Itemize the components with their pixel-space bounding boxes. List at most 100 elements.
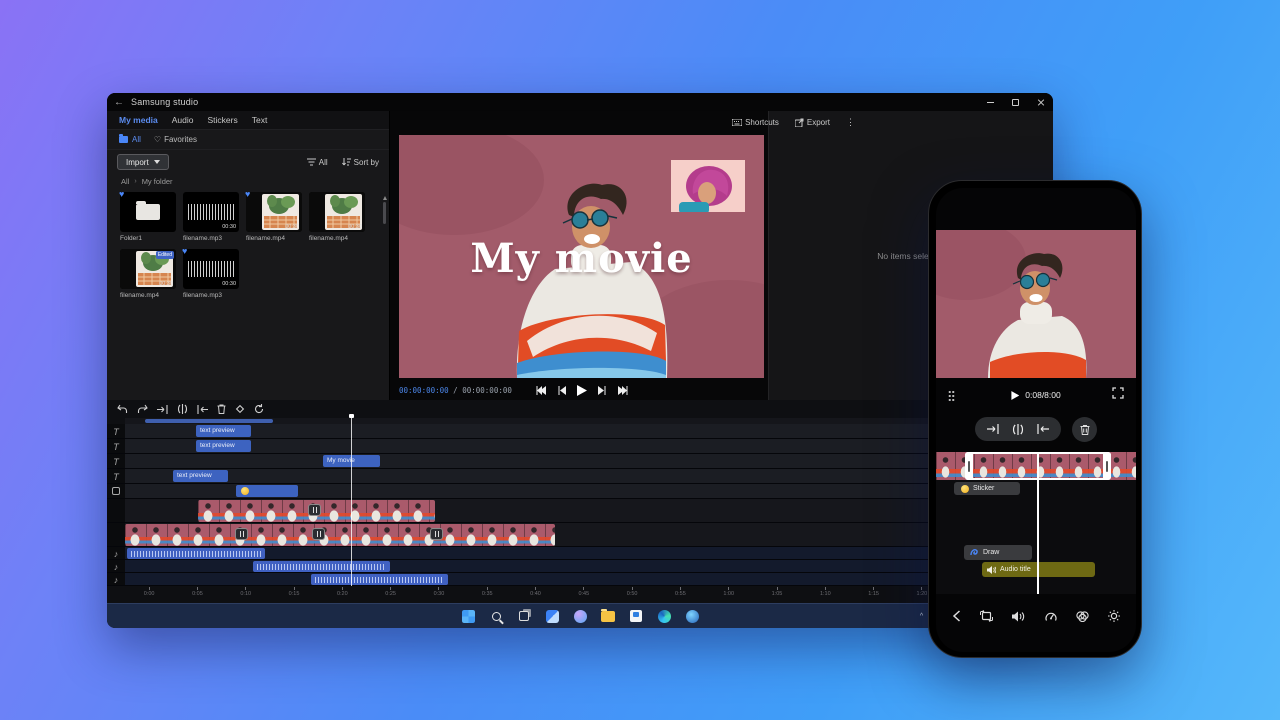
sticker-clip[interactable]: Sticker	[954, 482, 1020, 495]
track-type-icon	[107, 523, 125, 546]
filter-all[interactable]: All	[119, 135, 141, 144]
skip-end-icon[interactable]	[617, 386, 628, 395]
phone-filmstrip[interactable]	[936, 452, 1136, 480]
media-tab[interactable]: My media	[119, 115, 158, 125]
track-lane[interactable]	[125, 484, 1053, 498]
phone-playhead[interactable]	[1037, 452, 1039, 594]
prev-frame-icon[interactable]	[558, 386, 566, 395]
media-item[interactable]: Edited 00:30 filename.mp4	[120, 249, 183, 299]
video-preview[interactable]: My movie	[399, 135, 764, 378]
delete-icon[interactable]	[217, 404, 226, 414]
keyframe-icon[interactable]	[235, 404, 245, 414]
timeline-hscroll-thumb[interactable]	[145, 419, 273, 423]
reset-icon[interactable]	[254, 404, 264, 414]
media-scrollbar[interactable]	[382, 196, 387, 346]
clip-handle-left[interactable]	[965, 452, 973, 480]
crop-rotate-icon[interactable]	[980, 610, 993, 622]
timeline-clip[interactable]: text preview	[173, 470, 228, 482]
track-lane[interactable]	[125, 499, 1053, 522]
transition-chip[interactable]	[235, 528, 248, 540]
filter-list-button[interactable]: All	[307, 158, 328, 167]
delete-button[interactable]	[1072, 417, 1097, 442]
taskbar-icon[interactable]	[515, 607, 533, 625]
filters-icon[interactable]	[1076, 611, 1089, 622]
play-icon[interactable]	[1011, 391, 1019, 400]
sort-button[interactable]: Sort by	[342, 158, 379, 167]
transition-chip[interactable]	[308, 504, 321, 516]
minimize-button[interactable]	[978, 93, 1003, 111]
back-icon[interactable]	[952, 610, 961, 622]
skip-start-icon[interactable]	[536, 386, 547, 395]
timeline-clip[interactable]: text preview	[196, 425, 251, 437]
track-lane[interactable]: text preview	[125, 469, 1053, 483]
track-lane[interactable]	[125, 547, 1053, 559]
shortcuts-button[interactable]: Shortcuts	[732, 118, 779, 127]
taskbar-icon[interactable]	[627, 607, 645, 625]
timeline-playhead[interactable]	[351, 414, 352, 586]
phone-bottom-toolbar	[936, 594, 1136, 638]
media-item[interactable]: 00:30 filename.mp4	[309, 192, 372, 242]
taskbar-icon[interactable]	[459, 607, 477, 625]
taskbar-icon[interactable]	[683, 607, 701, 625]
track-lane[interactable]: text preview	[125, 439, 1053, 453]
back-icon[interactable]: ←	[107, 97, 131, 108]
close-button[interactable]	[1028, 93, 1053, 111]
timeline-track-row: text preview	[107, 439, 1053, 454]
split-icon[interactable]	[1012, 424, 1024, 435]
media-item[interactable]: ♥	[246, 192, 309, 242]
media-tab[interactable]: Text	[252, 115, 268, 125]
picture-in-picture[interactable]	[671, 160, 745, 212]
import-button[interactable]: Import	[117, 154, 169, 170]
taskbar-icon[interactable]	[487, 607, 505, 625]
tray-chevron-icon[interactable]: ^	[918, 613, 925, 620]
transition-chip[interactable]	[430, 528, 443, 540]
media-item[interactable]: ♥ Folder1	[120, 192, 183, 242]
track-lane[interactable]: text preview	[125, 424, 1053, 438]
split-icon[interactable]	[177, 404, 188, 414]
drag-handle-icon[interactable]	[948, 390, 955, 401]
volume-icon[interactable]	[1012, 611, 1025, 622]
track-lane[interactable]	[125, 523, 1053, 546]
timeline-clip[interactable]	[125, 524, 555, 546]
next-frame-icon[interactable]	[598, 386, 606, 395]
phone-video-preview[interactable]	[936, 230, 1136, 378]
timeline-clip[interactable]	[253, 561, 390, 572]
export-button[interactable]: Export	[795, 118, 830, 127]
taskbar-icon[interactable]	[543, 607, 561, 625]
timeline-clip[interactable]	[311, 574, 448, 585]
trim-start-icon[interactable]	[157, 405, 168, 414]
taskbar-icon[interactable]	[655, 607, 673, 625]
timeline-clip[interactable]	[127, 548, 265, 559]
filter-favorites[interactable]: ♡ Favorites	[154, 135, 197, 144]
timeline-track-row	[107, 523, 1053, 547]
trim-end-icon[interactable]	[197, 405, 208, 414]
timeline-clip[interactable]: text preview	[196, 440, 251, 452]
taskbar-icon[interactable]	[599, 607, 617, 625]
track-lane[interactable]	[125, 560, 1053, 572]
more-menu-button[interactable]: ⋮	[846, 117, 855, 128]
trim-start-icon[interactable]	[987, 424, 999, 434]
transition-chip[interactable]	[312, 528, 325, 540]
clip-handle-right[interactable]	[1103, 452, 1111, 480]
play-icon[interactable]	[577, 385, 587, 396]
draw-clip[interactable]: Draw	[964, 545, 1032, 560]
track-lane[interactable]: My movie	[125, 454, 1053, 468]
fullscreen-icon	[1112, 387, 1124, 399]
speed-icon[interactable]	[1045, 611, 1057, 622]
fullscreen-button[interactable]	[1112, 386, 1124, 404]
timeline-clip[interactable]	[236, 485, 298, 497]
maximize-button[interactable]	[1003, 93, 1028, 111]
taskbar-icon[interactable]	[571, 607, 589, 625]
media-thumbnail: 00:30	[183, 192, 239, 232]
trim-end-icon[interactable]	[1037, 424, 1049, 434]
media-item[interactable]: 00:30 filename.mp3	[183, 192, 246, 242]
adjust-icon[interactable]	[1108, 610, 1120, 622]
media-item[interactable]: ♥ 00:30 filename.mp3	[183, 249, 246, 299]
media-tab[interactable]: Audio	[172, 115, 194, 125]
breadcrumb-root[interactable]: All	[121, 177, 129, 186]
media-tab[interactable]: Stickers	[208, 115, 238, 125]
redo-icon[interactable]	[137, 404, 148, 414]
movie-title-overlay[interactable]: My movie	[399, 235, 764, 282]
undo-icon[interactable]	[117, 404, 128, 414]
track-lane[interactable]	[125, 573, 1053, 585]
